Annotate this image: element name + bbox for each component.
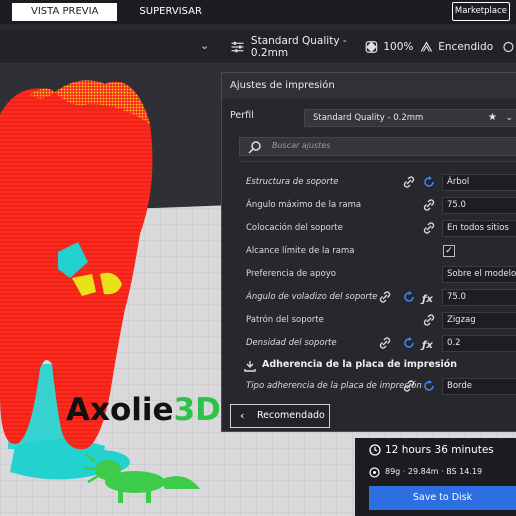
marketplace-button[interactable]: Marketplace xyxy=(451,2,510,21)
setting-value[interactable]: 0.2 xyxy=(442,335,516,352)
link-icon[interactable] xyxy=(422,221,436,235)
setting-support-preference[interactable]: Preferencia de apoyo Sobre el modelo, e. xyxy=(222,263,516,285)
panel-title: Ajustes de impresión xyxy=(222,73,516,99)
link-icon[interactable] xyxy=(402,175,416,189)
reset-icon[interactable] xyxy=(422,175,436,189)
reset-icon[interactable] xyxy=(422,379,436,393)
setting-support-pattern[interactable]: Patrón del soporte Zigzag xyxy=(222,309,516,331)
divider xyxy=(239,161,516,162)
profile-dropdown-value: Standard Quality - 0.2mm xyxy=(313,113,424,123)
tab-monitor[interactable]: SUPERVISAR xyxy=(129,3,212,21)
setting-value[interactable]: Árbol xyxy=(442,174,516,191)
setting-label: Alcance límite de la rama xyxy=(246,246,355,256)
support-icon xyxy=(421,41,433,52)
link-icon[interactable] xyxy=(402,379,416,393)
section-adhesion[interactable]: Adherencia de la placa de impresión xyxy=(222,355,516,377)
profile-dropdown[interactable]: Standard Quality - 0.2mm ★ ⌄ xyxy=(304,109,516,127)
adhesion-icon xyxy=(503,41,514,53)
chevron-left-icon: ‹ xyxy=(240,409,245,422)
setting-label: Ángulo máximo de la rama xyxy=(246,200,362,210)
section-title: Adherencia de la placa de impresión xyxy=(262,359,458,370)
link-icon[interactable] xyxy=(378,336,392,350)
setting-value[interactable]: Sobre el modelo, e. xyxy=(442,266,516,283)
support-value: Encendido xyxy=(438,41,494,53)
top-tab-bar: VISTA PREVIA SUPERVISAR Marketplace xyxy=(0,0,516,24)
link-icon[interactable] xyxy=(422,198,436,212)
search-icon xyxy=(248,141,261,154)
setting-overhang-angle[interactable]: Ángulo de voladizo del soporte ƒx 75.0 xyxy=(222,286,516,308)
spool-icon xyxy=(369,467,380,478)
branch-reach-checkbox[interactable]: ✓ xyxy=(443,245,455,257)
print-settings-panel: Ajustes de impresión Perfil Standard Qua… xyxy=(221,72,516,432)
star-icon[interactable]: ★ xyxy=(488,110,497,126)
recommended-button[interactable]: ‹ Recomendado xyxy=(230,404,330,428)
chevron-down-icon[interactable]: ⌄ xyxy=(505,110,513,126)
reset-icon[interactable] xyxy=(402,290,416,304)
profile-label: Perfil xyxy=(230,110,254,121)
setting-value[interactable]: Zigzag xyxy=(442,312,516,329)
adhesion-section-icon xyxy=(244,361,256,372)
formula-icon[interactable]: ƒx xyxy=(422,335,433,357)
print-summary-panel: 12 hours 36 minutes 89g · 29.84m · BS 14… xyxy=(355,438,516,516)
setting-value[interactable]: 75.0 xyxy=(442,197,516,214)
setting-branch-reach-limit[interactable]: Alcance límite de la rama ✓ xyxy=(222,240,516,262)
setting-label: Ángulo de voladizo del soporte xyxy=(246,292,378,302)
axolie3d-watermark: Axolie3D xyxy=(66,392,221,428)
setting-label: Preferencia de apoyo xyxy=(246,269,336,279)
setting-value[interactable]: En todos sitios xyxy=(442,220,516,237)
link-icon[interactable] xyxy=(422,313,436,327)
setting-label: Patrón del soporte xyxy=(246,315,324,325)
setting-value[interactable]: Borde xyxy=(442,378,516,395)
print-settings-summary[interactable]: Standard Quality - 0.2mm 100% Encendido xyxy=(230,35,516,59)
setting-support-structure[interactable]: Estructura de soporte Árbol xyxy=(222,171,516,193)
cura-window: VISTA PREVIA SUPERVISAR Marketplace ⌄ St… xyxy=(0,0,516,516)
save-to-disk-button[interactable]: Save to Disk xyxy=(369,486,516,510)
infill-icon xyxy=(366,41,378,53)
setting-max-branch-angle[interactable]: Ángulo máximo de la rama 75.0 xyxy=(222,194,516,216)
link-icon[interactable] xyxy=(378,290,392,304)
formula-icon[interactable]: ƒx xyxy=(422,289,433,311)
search-settings-input[interactable]: Buscar ajustes xyxy=(239,137,516,156)
material-estimate: 89g · 29.84m · BS 14.19 xyxy=(385,467,483,476)
setting-label: Estructura de soporte xyxy=(246,177,339,187)
print-time: 12 hours 36 minutes xyxy=(385,444,494,456)
recommended-label: Recomendado xyxy=(257,410,325,421)
reset-icon[interactable] xyxy=(402,336,416,350)
chevron-down-icon[interactable]: ⌄ xyxy=(200,39,209,52)
setting-label: Tipo adherencia de la placa de impresión xyxy=(246,381,422,391)
print-setup-bar[interactable]: ⌄ Standard Quality - 0.2mm 100% Encendid… xyxy=(0,30,516,64)
tab-preview[interactable]: VISTA PREVIA xyxy=(12,3,118,21)
setting-label: Densidad del soporte xyxy=(246,338,337,348)
setting-adhesion-type[interactable]: Tipo adherencia de la placa de impresión… xyxy=(222,375,516,397)
profile-summary: Standard Quality - 0.2mm xyxy=(250,35,347,59)
search-placeholder: Buscar ajustes xyxy=(272,141,331,150)
infill-value: 100% xyxy=(383,41,414,53)
setting-value[interactable]: 75.0 xyxy=(442,289,516,306)
setting-support-density[interactable]: Densidad del soporte ƒx 0.2 xyxy=(222,332,516,354)
clock-icon xyxy=(369,444,381,456)
setting-support-placement[interactable]: Colocación del soporte En todos sitios xyxy=(222,217,516,239)
setting-label: Colocación del soporte xyxy=(246,223,343,233)
settings-sliders-icon xyxy=(231,41,244,53)
